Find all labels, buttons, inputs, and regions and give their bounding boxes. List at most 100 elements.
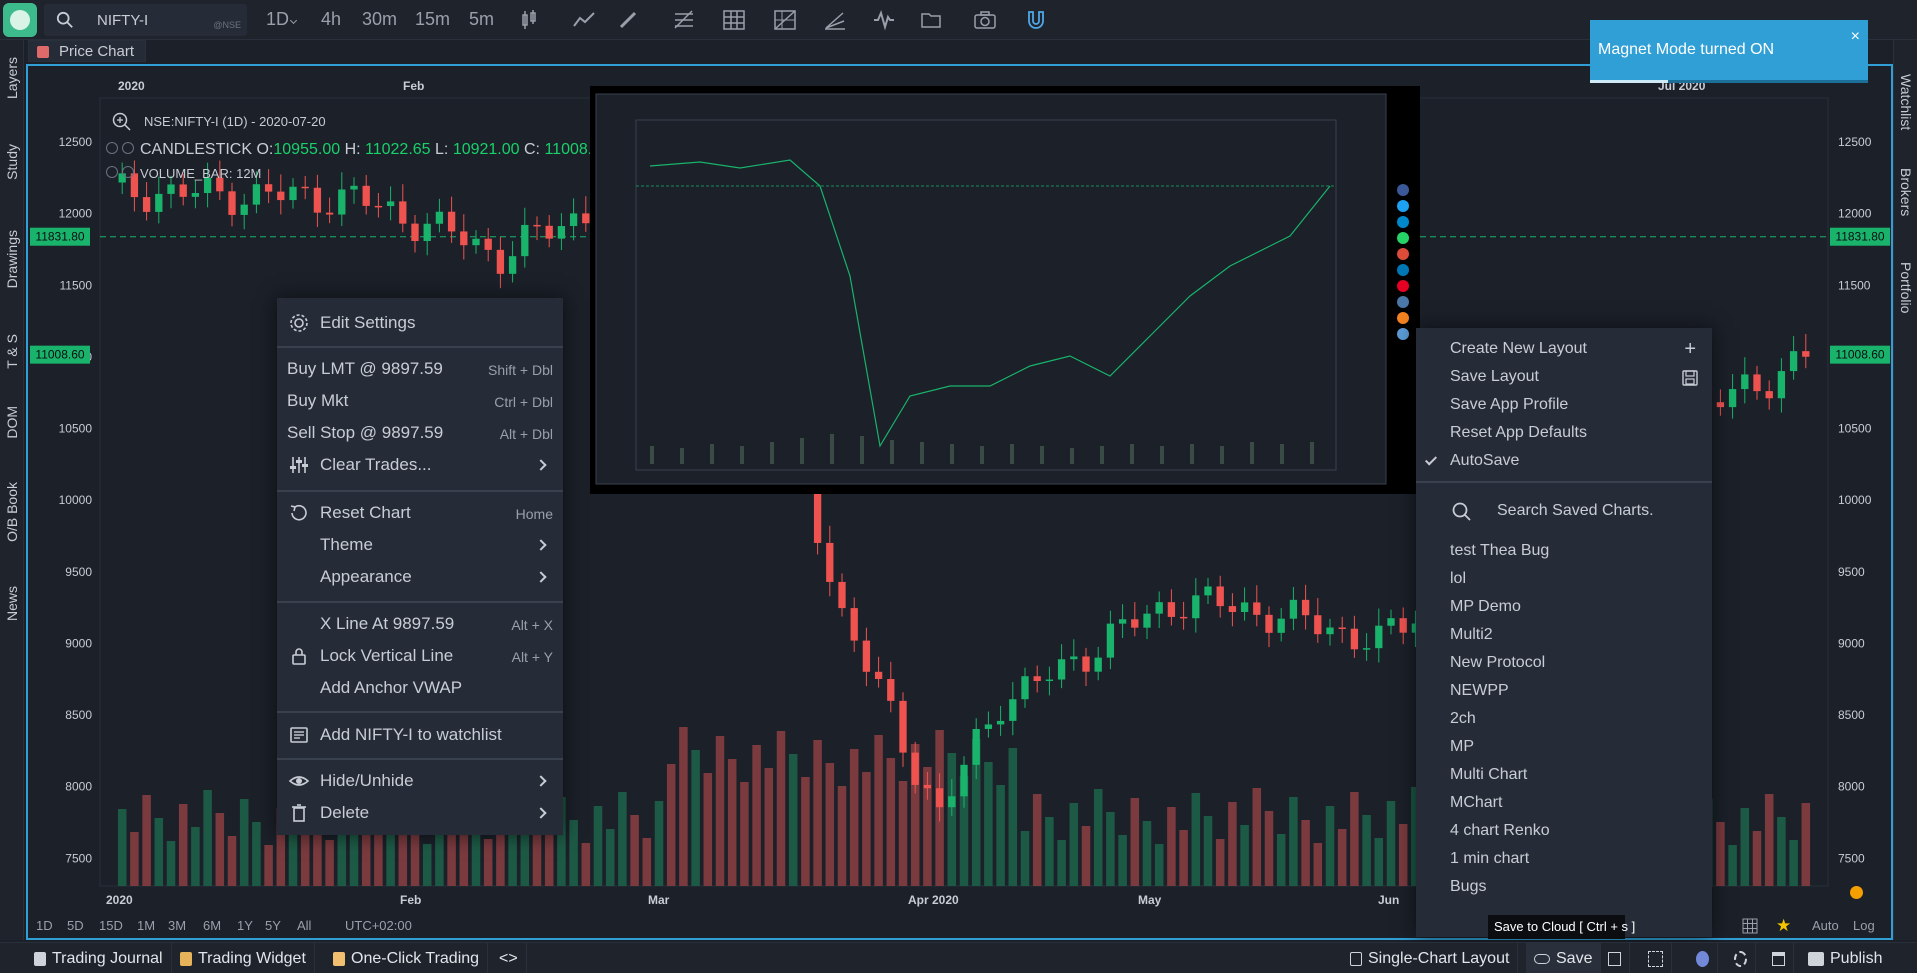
menu-add-anchor-vwap[interactable]: Add Anchor VWAP [277, 673, 563, 703]
embed-code-button[interactable]: <> [491, 943, 527, 973]
window-button[interactable] [1600, 943, 1630, 973]
saved-chart-item[interactable]: 1 min chart [1416, 846, 1712, 874]
zoom-icon[interactable] [112, 112, 132, 132]
range-button[interactable]: 6M [203, 918, 221, 933]
line-chart-icon[interactable] [572, 9, 596, 31]
timeframe-15m[interactable]: 15m [415, 9, 450, 30]
candlestick-type-icon[interactable] [518, 9, 542, 31]
fib-tool-icon[interactable] [672, 9, 696, 31]
settings-icon[interactable] [122, 142, 134, 154]
pencil-icon[interactable] [617, 9, 641, 31]
saved-charts-search[interactable]: Search Saved Charts. [1416, 494, 1712, 528]
saved-chart-item[interactable]: New Protocol [1416, 650, 1712, 678]
tab-brokers[interactable]: Brokers [1894, 156, 1917, 228]
tab-portfolio[interactable]: Portfolio [1894, 248, 1917, 328]
gann-grid-icon[interactable] [773, 9, 797, 31]
menu-x-line[interactable]: X Line At 9897.59 Alt + X [277, 609, 563, 639]
tab-news[interactable]: News [0, 576, 24, 632]
timeframe-5m[interactable]: 5m [469, 9, 494, 30]
visibility-icon[interactable] [106, 142, 118, 154]
menu-reset-app-defaults[interactable]: Reset App Defaults [1416, 420, 1712, 448]
symbol-search-box[interactable]: @NSE [44, 4, 247, 36]
menu-sell-stop[interactable]: Sell Stop @ 9897.59 Alt + Dbl [277, 418, 563, 448]
timeframe-30m[interactable]: 30m [362, 9, 397, 30]
menu-autosave[interactable]: AutoSave [1416, 448, 1712, 476]
camera-icon[interactable] [973, 9, 997, 31]
saved-chart-item[interactable]: Bugs [1416, 874, 1712, 902]
tab-layers[interactable]: Layers [0, 46, 24, 110]
pitchfork-icon[interactable] [823, 9, 847, 31]
app-logo[interactable] [3, 3, 37, 37]
menu-appearance[interactable]: Appearance [277, 562, 563, 592]
menu-clear-trades[interactable]: Clear Trades... [277, 450, 563, 480]
menu-buy-market[interactable]: Buy Mkt Ctrl + Dbl [277, 386, 563, 416]
tab-time-and-sales[interactable]: T & S [0, 322, 24, 380]
waveform-icon[interactable] [872, 9, 896, 31]
panel-tab-price-chart[interactable]: Price Chart [28, 40, 146, 62]
range-button[interactable]: 3M [168, 918, 186, 933]
star-icon[interactable]: ★ [1776, 916, 1791, 936]
volume-bar [178, 804, 188, 886]
volume-bar [422, 844, 432, 886]
range-button[interactable]: All [297, 918, 311, 933]
menu-lock-vertical-line[interactable]: Lock Vertical Line Alt + Y [277, 641, 563, 671]
visibility-icon[interactable] [106, 166, 118, 178]
trading-widget-button[interactable]: Trading Widget [172, 943, 315, 973]
tab-drawings[interactable]: Drawings [0, 216, 24, 302]
range-button[interactable]: 1Y [237, 918, 253, 933]
saved-chart-item[interactable]: Multi2 [1416, 622, 1712, 650]
menu-edit-settings[interactable]: Edit Settings [277, 308, 563, 338]
saved-chart-item[interactable]: MP Demo [1416, 594, 1712, 622]
menu-create-new-layout[interactable]: Create New Layout + [1416, 336, 1712, 364]
saved-chart-item[interactable]: lol [1416, 566, 1712, 594]
menu-reset-chart[interactable]: Reset Chart Home [277, 498, 563, 528]
snapshot-preview[interactable] [590, 86, 1420, 494]
menu-add-to-watchlist[interactable]: Add NIFTY-I to watchlist [277, 720, 563, 750]
menu-buy-limit[interactable]: Buy LMT @ 9897.59 Shift + Dbl [277, 354, 563, 384]
timezone-label[interactable]: UTC+02:00 [345, 918, 412, 933]
saved-chart-item[interactable]: MChart [1416, 790, 1712, 818]
tab-dom[interactable]: DOM [0, 396, 24, 448]
tab-watchlist[interactable]: Watchlist [1894, 64, 1917, 140]
publish-button[interactable]: Publish [1800, 943, 1890, 973]
folder-icon[interactable] [920, 9, 944, 31]
menu-delete[interactable]: Delete [277, 798, 563, 828]
saved-chart-item[interactable]: test Thea Bug [1416, 538, 1712, 566]
close-icon[interactable]: × [1851, 28, 1860, 46]
range-button[interactable]: 5D [67, 918, 84, 933]
magnet-icon[interactable] [1024, 9, 1048, 31]
grid-icon[interactable] [722, 9, 746, 31]
saved-chart-item[interactable]: 4 chart Renko [1416, 818, 1712, 846]
timeframe-4h[interactable]: 4h [321, 9, 341, 30]
range-button[interactable]: 1M [137, 918, 155, 933]
tab-order-book[interactable]: O/B Book [0, 468, 24, 556]
settings-icon[interactable] [122, 166, 134, 178]
one-click-trading-button[interactable]: One-Click Trading [325, 943, 489, 973]
single-chart-layout-button[interactable]: Single-Chart Layout [1342, 943, 1519, 973]
bank-button[interactable] [1764, 943, 1794, 973]
settings-button[interactable] [1726, 943, 1756, 973]
fullscreen-button[interactable] [1640, 943, 1672, 973]
range-button[interactable]: 5Y [265, 918, 281, 933]
range-button[interactable]: 15D [99, 918, 123, 933]
trading-journal-button[interactable]: Trading Journal [26, 943, 172, 973]
grid-toggle-icon[interactable] [1742, 918, 1758, 934]
range-button[interactable]: 1D [36, 918, 53, 933]
discord-button[interactable] [1688, 943, 1718, 973]
saved-chart-item[interactable]: NEWPP [1416, 678, 1712, 706]
chevron-down-icon[interactable] [289, 16, 298, 25]
menu-save-app-profile[interactable]: Save App Profile [1416, 392, 1712, 420]
save-button[interactable]: Save [1526, 943, 1602, 973]
saved-chart-item[interactable]: 2ch [1416, 706, 1712, 734]
saved-chart-item[interactable]: MP [1416, 734, 1712, 762]
menu-save-layout[interactable]: Save Layout [1416, 364, 1712, 392]
log-scale-toggle[interactable]: Log [1853, 918, 1875, 933]
timeframe-1d[interactable]: 1D [266, 9, 289, 30]
auto-scale-toggle[interactable]: Auto [1812, 918, 1839, 933]
menu-hide-unhide[interactable]: Hide/Unhide [277, 766, 563, 796]
symbol-input[interactable] [97, 10, 217, 30]
tab-study[interactable]: Study [0, 132, 24, 192]
saved-chart-item[interactable]: Multi Chart [1416, 762, 1712, 790]
menu-theme[interactable]: Theme [277, 530, 563, 560]
candle-body [399, 201, 407, 224]
